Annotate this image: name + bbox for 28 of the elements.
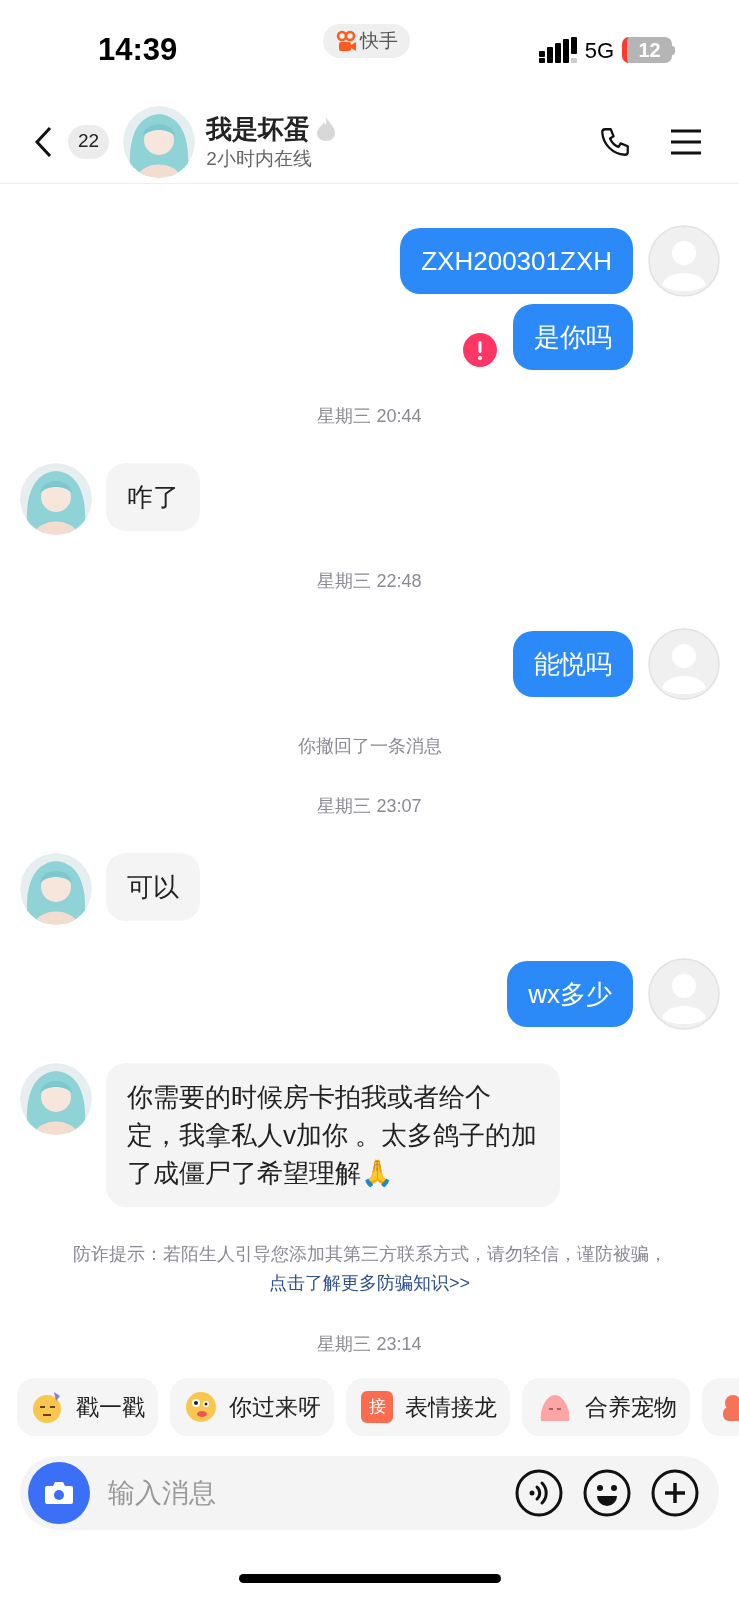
quick-action-chip[interactable]: 你过来呀 — [170, 1378, 334, 1436]
unread-count-badge: 22 — [68, 124, 110, 159]
online-status: 2小时内在线 — [206, 146, 313, 171]
message-bubble: ZXH200301ZXH — [400, 228, 633, 294]
quick-action-chip[interactable]: 合养宠物 — [522, 1378, 690, 1436]
message-bubble: 咋了 — [106, 463, 200, 531]
message-bubble: 你需要的时候房卡拍我或者给个定，我拿私人v加你 。太多鸽子的加了成僵尸了希望理解🙏 — [106, 1063, 560, 1207]
contact-name: 我是坏蛋 — [206, 112, 311, 146]
message-bubble: wx多少 — [507, 961, 633, 1027]
fraud-warning: 防诈提示：若陌生人引导您添加其第三方联系方式，请勿轻信，谨防被骗， 点击了解更多防骗知识>> — [71, 1243, 668, 1295]
quick-action-chip[interactable]: 戳一戳 — [17, 1378, 158, 1436]
message-bubble: 可以 — [106, 853, 200, 921]
battery-icon: 12 — [622, 37, 672, 63]
app-pill[interactable]: 快手 — [323, 24, 410, 58]
message-bubble: 是你吗 — [513, 304, 633, 370]
relay-badge: 接 — [361, 1391, 393, 1423]
timestamp: 星期三 23:07 — [317, 795, 422, 818]
learn-more-link[interactable]: 点击了解更多防骗知识>> — [269, 1273, 470, 1293]
message-bubble: 能悦吗 — [513, 631, 633, 697]
composer-bar[interactable]: 输入消息 — [20, 1456, 719, 1530]
timestamp: 星期三 23:14 — [317, 1333, 422, 1356]
network-label: 5G — [584, 36, 614, 65]
timestamp: 星期三 22:48 — [317, 570, 422, 593]
message-input[interactable]: 输入消息 — [108, 1472, 515, 1514]
quick-action-chip[interactable]: 接 表情接龙 — [346, 1378, 510, 1436]
timestamp: 星期三 20:44 — [317, 405, 422, 428]
clock: 14:39 — [98, 30, 178, 69]
recall-notice: 你撤回了一条消息 — [297, 735, 442, 758]
